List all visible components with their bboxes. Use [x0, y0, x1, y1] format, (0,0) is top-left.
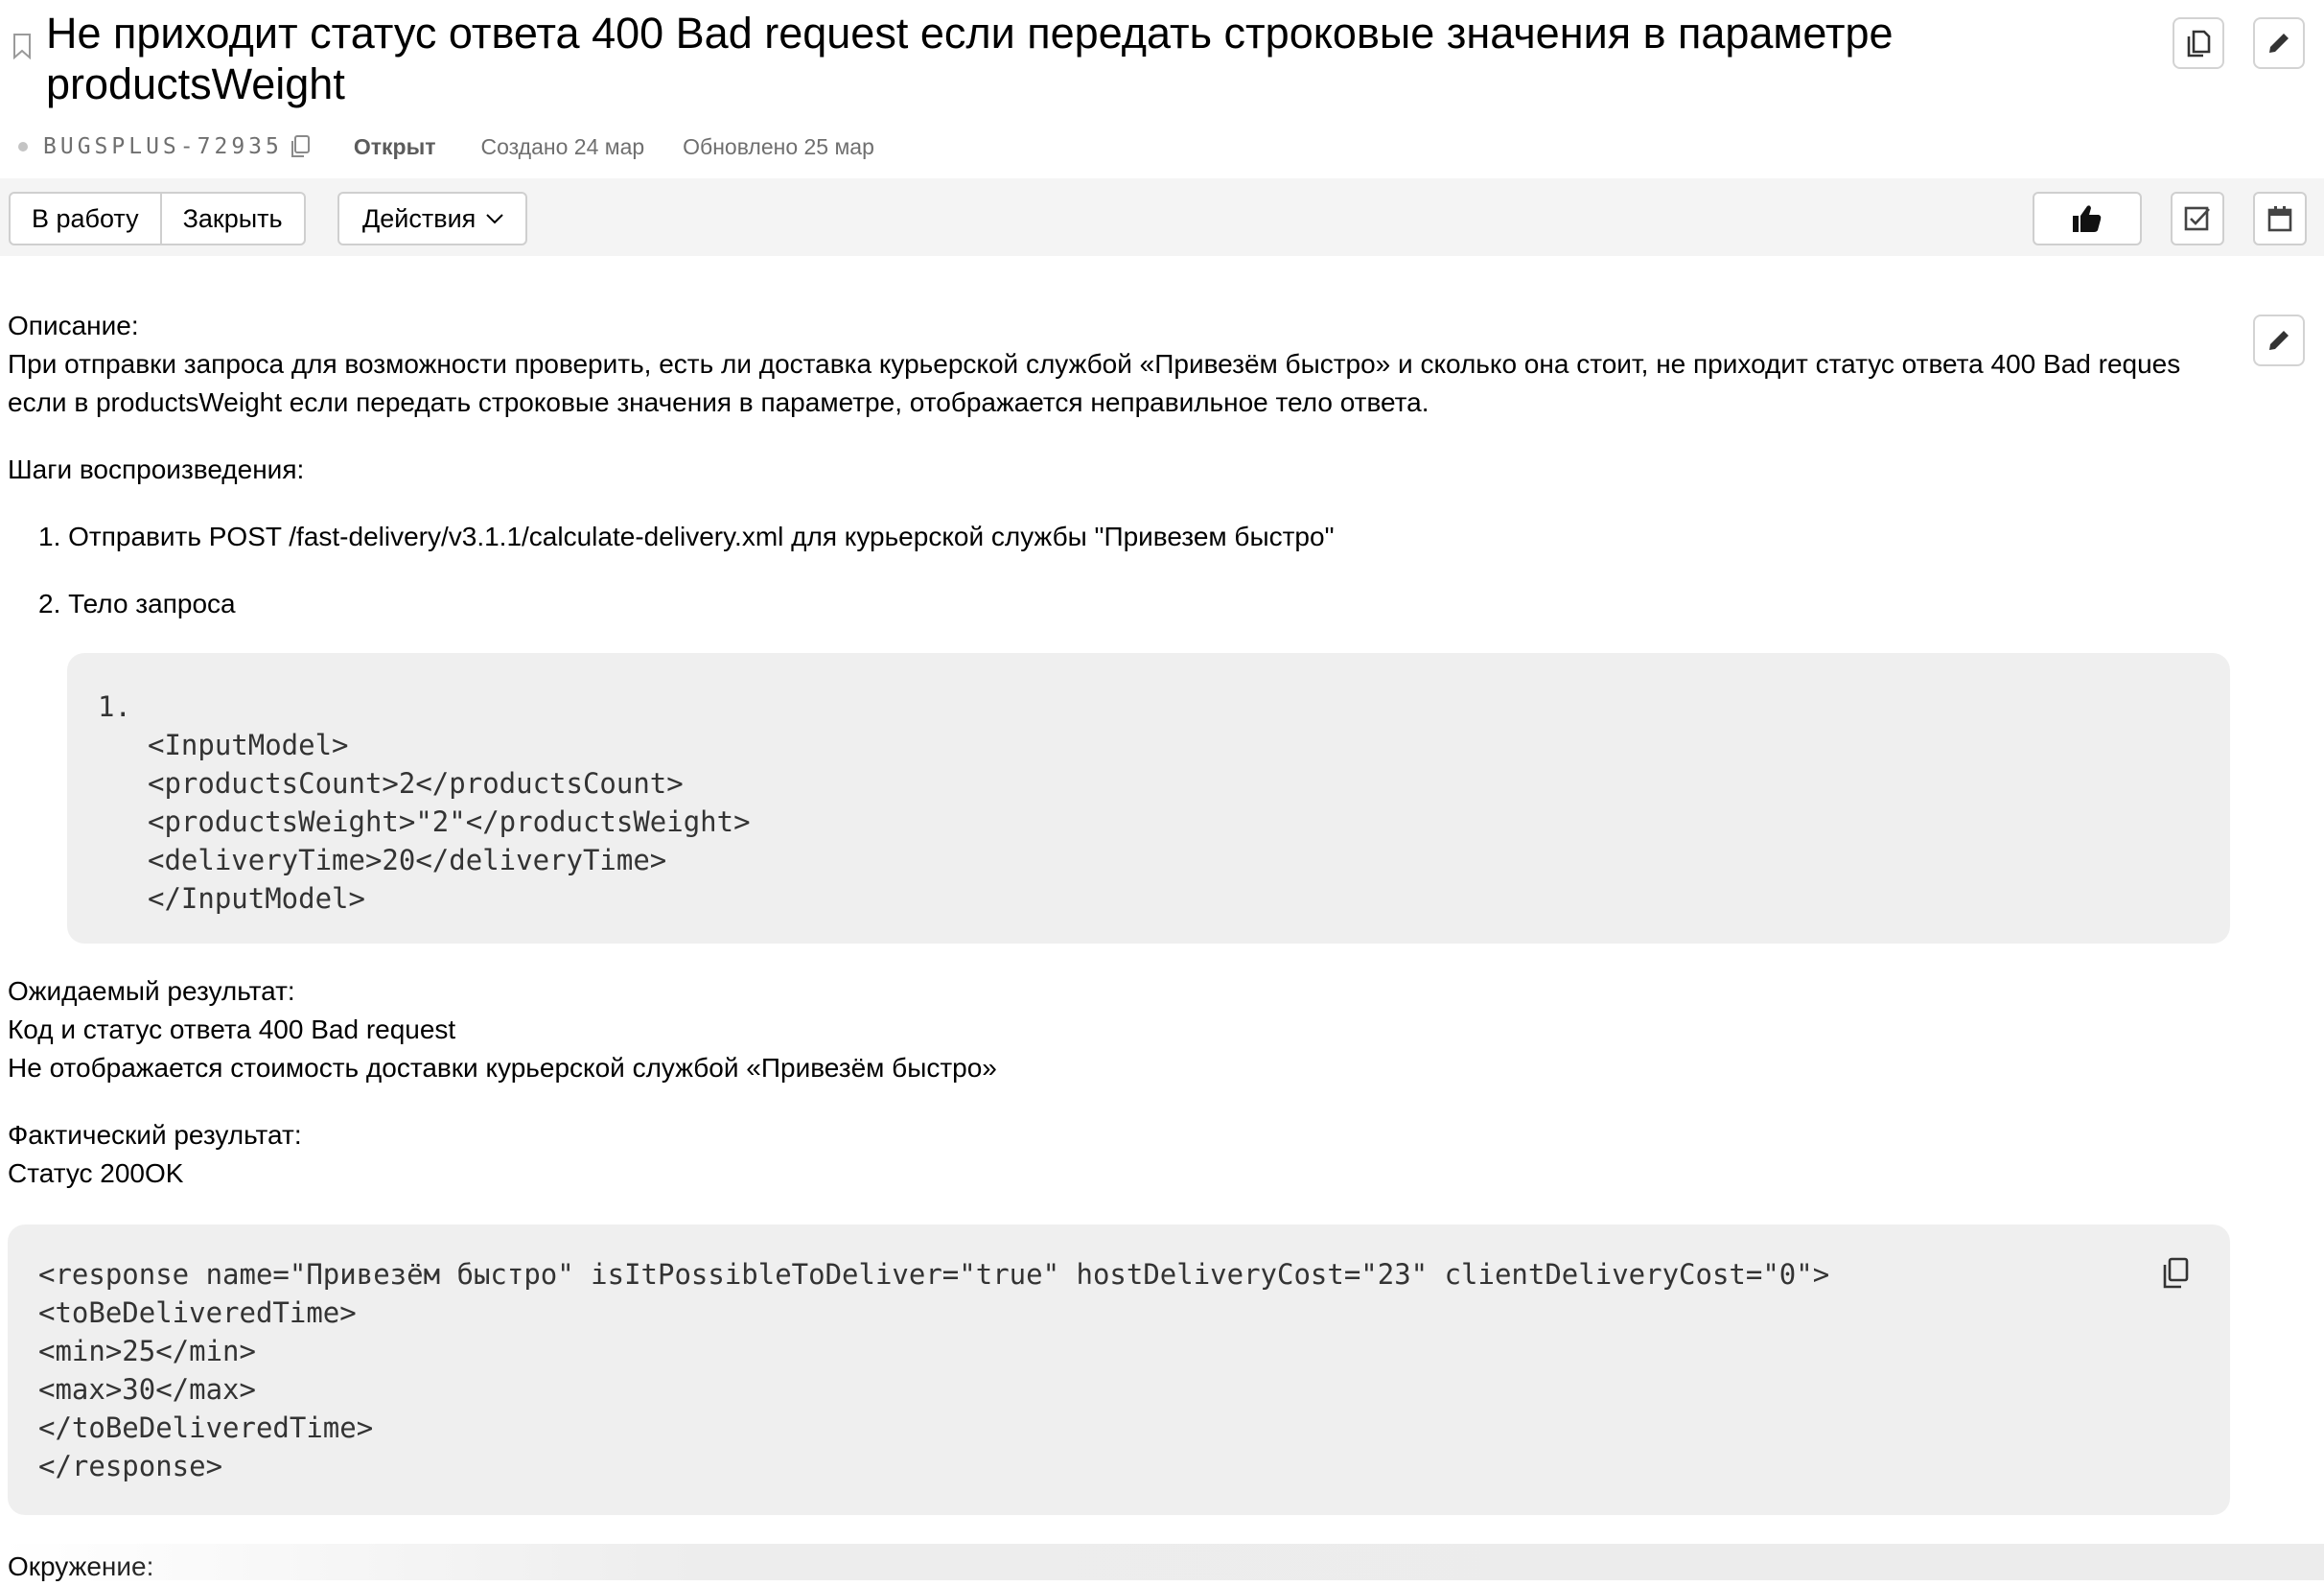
expected-line-1: Код и статус ответа 400 Bad request: [8, 1015, 456, 1044]
copy-key-icon[interactable]: [289, 134, 312, 159]
status-badge[interactable]: Открыт: [354, 134, 436, 160]
description-line-2: если в productsWeight если передать стро…: [8, 387, 1429, 417]
code-line: <max>30</max>: [38, 1373, 256, 1406]
close-button[interactable]: Закрыть: [161, 192, 306, 245]
actual-line-1: Статус 200OK: [8, 1158, 184, 1188]
step-1: 1. Отправить POST /fast-delivery/v3.1.1/…: [38, 522, 1335, 551]
issue-header: Не приходит статус ответа 400 Bad reques…: [0, 0, 2324, 178]
actual-label: Фактический результат:: [8, 1120, 302, 1150]
checkbox-icon: [2184, 206, 2210, 231]
thumbs-up-icon: [2073, 205, 2102, 232]
code-line: <response name="Привезём быстро" isItPos…: [38, 1258, 1830, 1291]
request-code-block: 1. <InputModel> <productsCount>2</produc…: [67, 653, 2230, 944]
actions-label: Действия: [362, 203, 476, 233]
copy-icon[interactable]: [2161, 1257, 2190, 1290]
code-line: </toBeDeliveredTime>: [38, 1411, 374, 1444]
page-title: Не приходит статус ответа 400 Bad reques…: [46, 9, 1894, 108]
like-button[interactable]: [2033, 192, 2142, 245]
expected-line-2: Не отображается стоимость доставки курье…: [8, 1053, 997, 1083]
updated-date: Обновлено 25 мар: [683, 133, 874, 159]
checklist-button[interactable]: [2171, 192, 2224, 245]
step-2: 2. Тело запроса: [38, 589, 236, 618]
bottom-fade: [0, 1544, 2324, 1580]
issue-key[interactable]: BUGSPLUS-72935: [43, 134, 283, 159]
calendar-icon: [2267, 206, 2292, 232]
transition-buttons: В работу Закрыть: [9, 192, 306, 245]
actions-dropdown[interactable]: Действия: [337, 192, 528, 245]
code-line: <deliveryTime>20</deliveryTime>: [148, 844, 667, 876]
deadline-button[interactable]: [2253, 192, 2307, 245]
steps-label: Шаги воспроизведения:: [8, 455, 305, 484]
bookmark-icon[interactable]: [12, 33, 33, 59]
code-line: <InputModel>: [148, 729, 349, 761]
code-line-number: 1.: [98, 690, 131, 723]
expected-label: Ожидаемый результат:: [8, 976, 295, 1006]
chevron-down-icon: [486, 214, 504, 224]
issue-toolbar: В работу Закрыть Действия: [0, 178, 2324, 256]
code-line: <min>25</min>: [38, 1335, 256, 1367]
description-label: Описание:: [8, 311, 139, 340]
edit-description-button[interactable]: [2253, 315, 2305, 366]
priority-dot: [18, 142, 28, 152]
edit-title-button[interactable]: [2253, 17, 2305, 69]
description-line-1: При отправки запроса для возможности про…: [8, 349, 2181, 379]
code-line: <productsCount>2</productsCount>: [148, 767, 684, 800]
created-date: Создано 24 мар: [480, 133, 645, 159]
code-line: </response>: [38, 1450, 223, 1482]
code-line: <toBeDeliveredTime>: [38, 1296, 357, 1329]
pencil-icon: [2269, 34, 2289, 53]
issue-meta: BUGSPLUS-72935 Открыт Создано 24 мар Обн…: [0, 128, 913, 166]
to-work-button[interactable]: В работу: [9, 192, 162, 245]
code-line: <productsWeight>"2"</productsWeight>: [148, 805, 751, 838]
response-code-block: <response name="Привезём быстро" isItPos…: [8, 1224, 2230, 1515]
issue-description: Описание: При отправки запроса для возмо…: [8, 307, 2230, 1515]
pencil-icon: [2269, 331, 2289, 350]
clone-icon: [2187, 30, 2211, 58]
code-line: </InputModel>: [148, 882, 365, 915]
clone-button[interactable]: [2173, 17, 2224, 69]
